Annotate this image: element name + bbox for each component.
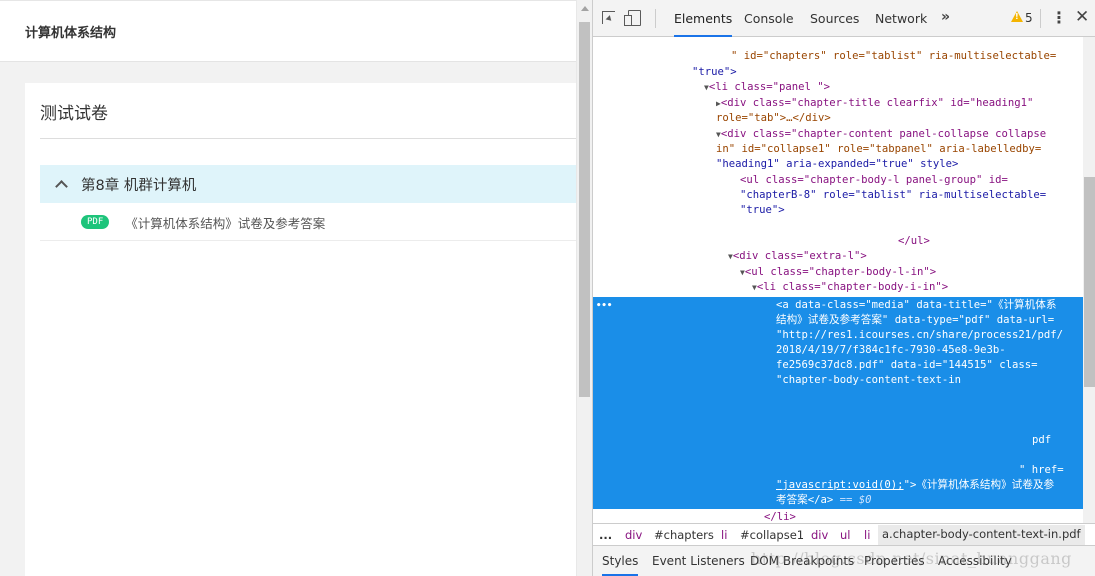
dom-line[interactable]: "chapterB-8" role="tablist" ria-multisel… (740, 188, 1046, 203)
breadcrumb-item[interactable]: #collapse1 (740, 528, 804, 542)
dom-line[interactable]: <ul class="chapter-body-l panel-group" i… (740, 173, 1008, 188)
dom-node[interactable]: ▶<div class="chapter-title clearfix" id=… (716, 96, 1033, 111)
dom-text: "heading1" aria-expanded="true" style> (716, 158, 959, 170)
file-link[interactable]: 《计算机体系结构》试卷及参考答案 (125, 213, 325, 232)
dom-line[interactable]: </ul> (898, 234, 930, 249)
divider (40, 138, 576, 139)
dom-tree-scrollbar[interactable] (1083, 37, 1095, 523)
warning-count[interactable]: 5 (1025, 11, 1033, 25)
exam-title: 测试试卷 (40, 104, 108, 124)
dom-text: "chapterB-8" role="tablist" ria-multisel… (740, 189, 1047, 201)
list-item[interactable]: PDF 《计算机体系结构》试卷及参考答案 (40, 204, 576, 241)
dom-node[interactable]: ▼<ul class="chapter-body-l-in"> (740, 265, 936, 280)
sidebar-tabs: Styles Event Listeners DOM Breakpoints P… (593, 545, 1095, 576)
dom-text: " href= (1019, 464, 1064, 476)
breadcrumb-more[interactable]: ... (599, 528, 612, 542)
dom-text: "http://res1.icourses.cn/share/process21… (776, 329, 1064, 341)
chevron-up-icon[interactable] (55, 180, 68, 193)
dom-line[interactable]: </li> (764, 510, 796, 523)
chapter-header[interactable]: 第8章 机群计算机 (40, 165, 576, 203)
breadcrumb-item[interactable]: div (625, 528, 642, 542)
dom-tree[interactable]: " id="chapters" role="tablist" ria-multi… (593, 37, 1083, 523)
breadcrumb-item-selected[interactable]: a.chapter-body-content-text-in.pdf (878, 525, 1085, 545)
breadcrumb-item[interactable]: div (811, 528, 828, 542)
tab-event-listeners[interactable]: Event Listeners (652, 554, 745, 568)
screen: 计算机体系结构 测试试卷 第8章 机群计算机 PDF 《计算机体系结构》试卷及参… (0, 0, 1095, 576)
page-header: 计算机体系结构 (0, 1, 576, 62)
dom-text: <div class="extra-l"> (732, 250, 867, 262)
devtools-panel: Elements Console Sources Network » 5 ⋮ ✕… (592, 0, 1095, 576)
dom-text: 结构》试卷及参考答案" data-type="pdf" data-url= (776, 314, 1055, 326)
tab-console[interactable]: Console (744, 0, 794, 37)
dom-text: <li class="chapter-body-i-in"> (756, 281, 949, 293)
dom-text: <ul class="chapter-body-l panel-group" i… (740, 174, 1008, 186)
tab-elements[interactable]: Elements (674, 0, 733, 37)
more-options-icon[interactable]: ••• (596, 299, 612, 314)
dom-text: 考答案</a> (776, 494, 834, 506)
selected-marker: == $0 (833, 494, 872, 506)
scroll-up-arrow-icon[interactable] (581, 6, 589, 11)
dom-text: role="tab">…</div> (716, 112, 831, 124)
dom-text: </ul> (898, 235, 930, 247)
device-toolbar-icon[interactable] (624, 10, 641, 26)
kebab-menu-icon[interactable]: ⋮ (1051, 8, 1067, 28)
dom-text: 2018/4/19/7/f384c1fc-7930-45e8-9e3b- (776, 344, 1006, 356)
dom-text: "chapter-body-content-text-in (776, 374, 961, 386)
breadcrumb-item[interactable]: li (721, 528, 727, 542)
page-title: 计算机体系结构 (25, 25, 117, 41)
dom-line: "javascript:void(0);">《计算机体系结构》试卷及参 (776, 478, 1054, 493)
dom-line[interactable]: "heading1" aria-expanded="true" style> (716, 157, 958, 172)
dom-line[interactable]: "true"> (740, 203, 785, 218)
tab-network[interactable]: Network (875, 0, 927, 37)
breadcrumb-item[interactable]: #chapters (654, 528, 714, 542)
dom-text: "true"> (740, 204, 785, 216)
dom-text: <li class="panel "> (708, 81, 831, 93)
tab-sources[interactable]: Sources (810, 0, 859, 37)
dom-node[interactable]: ▼<div class="chapter-content panel-colla… (716, 127, 1046, 142)
dom-text: pdf (1032, 434, 1052, 446)
watermark: http://blog.csdn.net/sinat_huanggang (751, 549, 1072, 568)
dom-text: <a data-class="media" data-title="《计算机体系 (776, 299, 1057, 311)
dom-line: 考答案</a> == $0 (776, 493, 872, 508)
scrollbar-thumb[interactable] (1084, 177, 1095, 387)
dom-node[interactable]: ▼<div class="extra-l"> (728, 249, 867, 264)
divider (655, 9, 656, 28)
breadcrumb: ... div #chapters li #collapse1 div ul l… (593, 523, 1095, 545)
inspect-element-icon[interactable] (602, 11, 615, 24)
close-icon[interactable]: ✕ (1075, 7, 1089, 27)
dom-line[interactable]: "true"> (692, 65, 737, 80)
dom-text: fe2569c37dc8.pdf" data-id="144515" class… (776, 359, 1038, 371)
dom-text: ">《计算机体系结构》试卷及参 (903, 479, 1055, 491)
dom-text: " id="chapters" role="tablist" ria-multi… (731, 50, 1057, 62)
href-link[interactable]: "javascript:void(0); (776, 479, 904, 491)
chapter-title[interactable]: 第8章 机群计算机 (81, 174, 196, 195)
warning-icon[interactable] (1011, 11, 1023, 22)
pdf-badge: PDF (81, 215, 110, 229)
breadcrumb-item[interactable]: li (864, 528, 870, 542)
tab-styles[interactable]: Styles (602, 554, 639, 576)
dom-text: in" id="collapse1" role="tabpanel" aria-… (716, 143, 1042, 155)
scrollbar-thumb[interactable] (579, 22, 590, 397)
dom-line[interactable]: " id="chapters" role="tablist" ria-multi… (731, 49, 1056, 64)
dom-node[interactable]: ▼<li class="panel "> (704, 80, 830, 95)
dom-line[interactable]: in" id="collapse1" role="tabpanel" aria-… (716, 142, 1041, 157)
dom-text: <div class="chapter-content panel-collap… (720, 128, 1047, 140)
divider (1040, 9, 1041, 28)
dom-text: </li> (764, 511, 796, 523)
page-scrollbar[interactable] (576, 0, 592, 576)
dom-node[interactable]: ▼<li class="chapter-body-i-in"> (752, 280, 948, 295)
exam-card: 测试试卷 第8章 机群计算机 PDF 《计算机体系结构》试卷及参考答案 (25, 83, 576, 576)
more-tabs-icon[interactable]: » (941, 9, 950, 25)
dom-text: <ul class="chapter-body-l-in"> (744, 266, 937, 278)
web-page: 计算机体系结构 测试试卷 第8章 机群计算机 PDF 《计算机体系结构》试卷及参… (0, 0, 576, 576)
dom-text: "true"> (692, 66, 737, 78)
dom-line[interactable]: role="tab">…</div> (716, 111, 831, 126)
dom-text: <div class="chapter-title clearfix" id="… (720, 97, 1034, 109)
breadcrumb-item[interactable]: ul (840, 528, 850, 542)
devtools-toolbar: Elements Console Sources Network » 5 ⋮ ✕ (593, 0, 1095, 37)
